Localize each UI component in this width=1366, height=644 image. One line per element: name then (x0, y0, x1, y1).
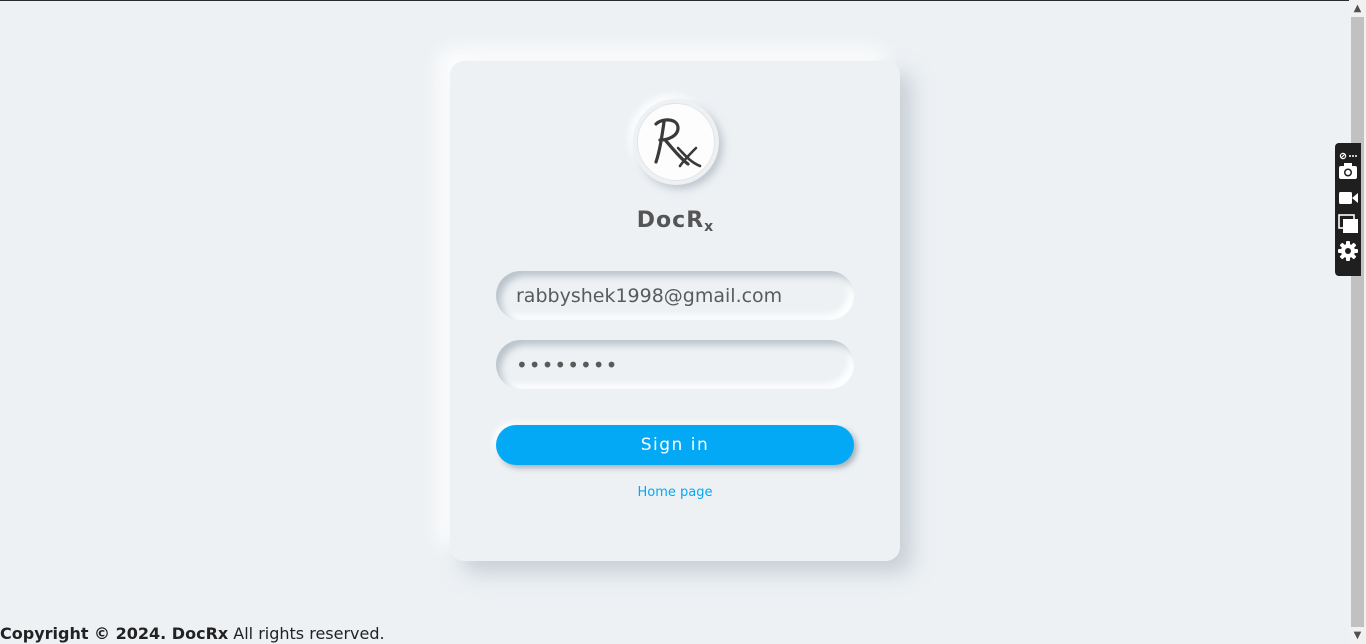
email-field-wrapper (496, 271, 854, 320)
copyright-rest-text: All rights reserved. (228, 624, 385, 643)
password-field-wrapper (496, 340, 854, 389)
scrollbar-thumb[interactable] (1351, 17, 1364, 627)
floating-toolbar (1335, 143, 1361, 276)
video-icon[interactable] (1338, 188, 1358, 208)
home-page-link[interactable]: Home page (450, 485, 900, 500)
footer-copyright: Copyright © 2024. DocRx All rights reser… (0, 624, 385, 643)
link-more-icon[interactable] (1339, 146, 1359, 160)
logo (633, 99, 719, 185)
app-title-subscript: x (704, 219, 714, 235)
sign-in-button[interactable]: Sign in (496, 425, 854, 465)
scroll-down-arrow-icon[interactable]: ▼ (1349, 627, 1366, 644)
login-card: DocRx Sign in Home page (450, 61, 900, 561)
window-icon[interactable] (1338, 214, 1358, 234)
vertical-scrollbar[interactable]: ▲ ▼ (1349, 0, 1366, 644)
app-title: DocRx (636, 208, 714, 235)
scroll-up-arrow-icon[interactable]: ▲ (1349, 0, 1366, 17)
copyright-bold-text: Copyright © 2024. DocRx (0, 624, 229, 643)
password-field[interactable] (516, 352, 836, 377)
login-page: DocRx Sign in Home page Copyright © 2024… (0, 0, 1349, 644)
settings-icon[interactable] (1338, 241, 1358, 261)
email-field[interactable] (516, 284, 836, 307)
camera-icon[interactable] (1338, 161, 1358, 181)
rx-logo-icon (637, 103, 715, 181)
